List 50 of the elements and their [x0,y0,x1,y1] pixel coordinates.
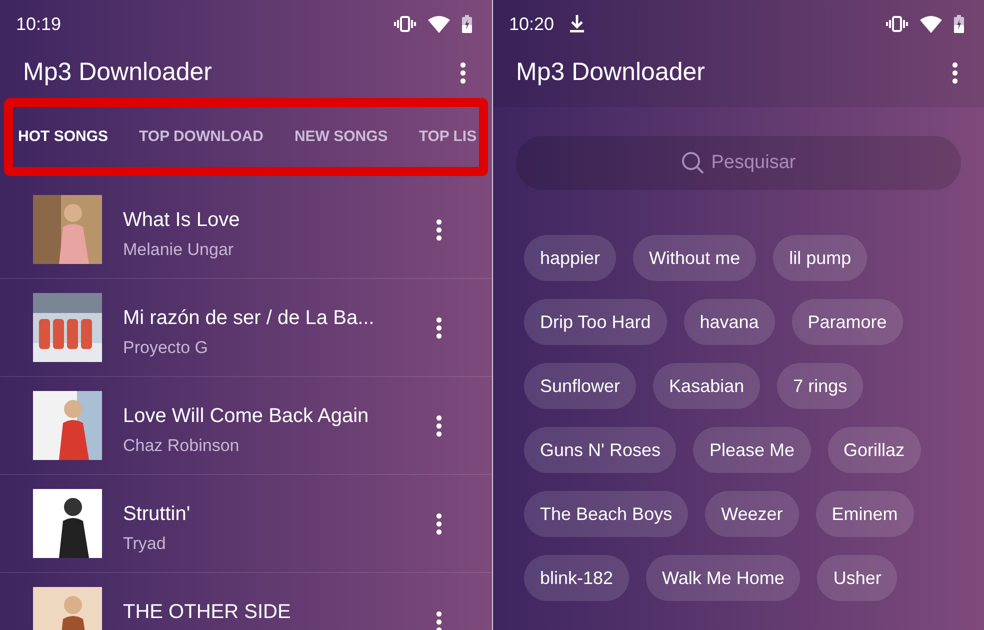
more-icon[interactable] [436,414,442,436]
download-icon [570,15,584,33]
tab[interactable]: TOP LIS [418,126,477,148]
more-icon[interactable] [436,610,442,630]
search-chip[interactable]: Gorillaz [828,427,921,473]
song-title: What Is Love [123,208,241,233]
song-title: Struttin' [123,502,192,527]
song-artist: Tryad [123,533,167,555]
song-artist: Chaz Robinson [123,435,240,457]
more-icon[interactable] [436,218,442,240]
wifi-icon [920,16,942,32]
tab[interactable]: TOP DOWNLOAD [139,126,264,148]
song-title: THE OTHER SIDE [123,600,292,625]
more-icon[interactable] [436,512,442,534]
search-chip[interactable]: Paramore [792,299,903,345]
song-title: Love Will Come Back Again [123,404,370,429]
search-chip[interactable]: Weezer [705,491,799,537]
search-chip[interactable]: Guns N' Roses [524,427,676,473]
vibrate-icon [886,16,908,32]
song-artist: Proyecto G [123,337,210,359]
search-chip[interactable]: havana [684,299,775,345]
search-chip[interactable]: Sunflower [524,363,636,409]
search-chip[interactable]: Without me [633,235,756,281]
search-chip[interactable]: 7 rings [777,363,864,409]
search-chip[interactable]: blink-182 [524,555,630,601]
song-title: Mi razón de ser / de La Ba... [123,306,376,331]
search-chip[interactable]: The Beach Boys [524,491,688,537]
battery-icon [954,15,964,33]
search-chip[interactable]: Please Me [693,427,811,473]
tab[interactable]: NEW SONGS [294,126,388,148]
search-chip[interactable]: Kasabian [653,363,760,409]
vibrate-icon [394,16,416,32]
search-chip[interactable]: Eminem [816,491,914,537]
tab[interactable]: HOT SONGS [18,126,108,148]
wifi-icon [428,16,450,32]
search-icon [681,151,705,175]
battery-icon [462,15,472,33]
more-icon[interactable] [952,62,958,84]
search-chip[interactable]: lil pump [773,235,868,281]
status-time: 10:20 [509,12,554,36]
more-icon[interactable] [436,316,442,338]
search-chip[interactable]: Usher [817,555,898,601]
status-time: 10:19 [16,12,62,36]
song-artist: Melanie Ungar [123,239,235,261]
search-chip[interactable]: Drip Too Hard [524,299,667,345]
search-chip[interactable]: happier [524,235,616,281]
more-icon[interactable] [460,62,466,84]
search-chip[interactable]: Walk Me Home [646,555,800,601]
app-title: Mp3 Downloader [516,57,705,88]
app-title: Mp3 Downloader [23,57,212,88]
